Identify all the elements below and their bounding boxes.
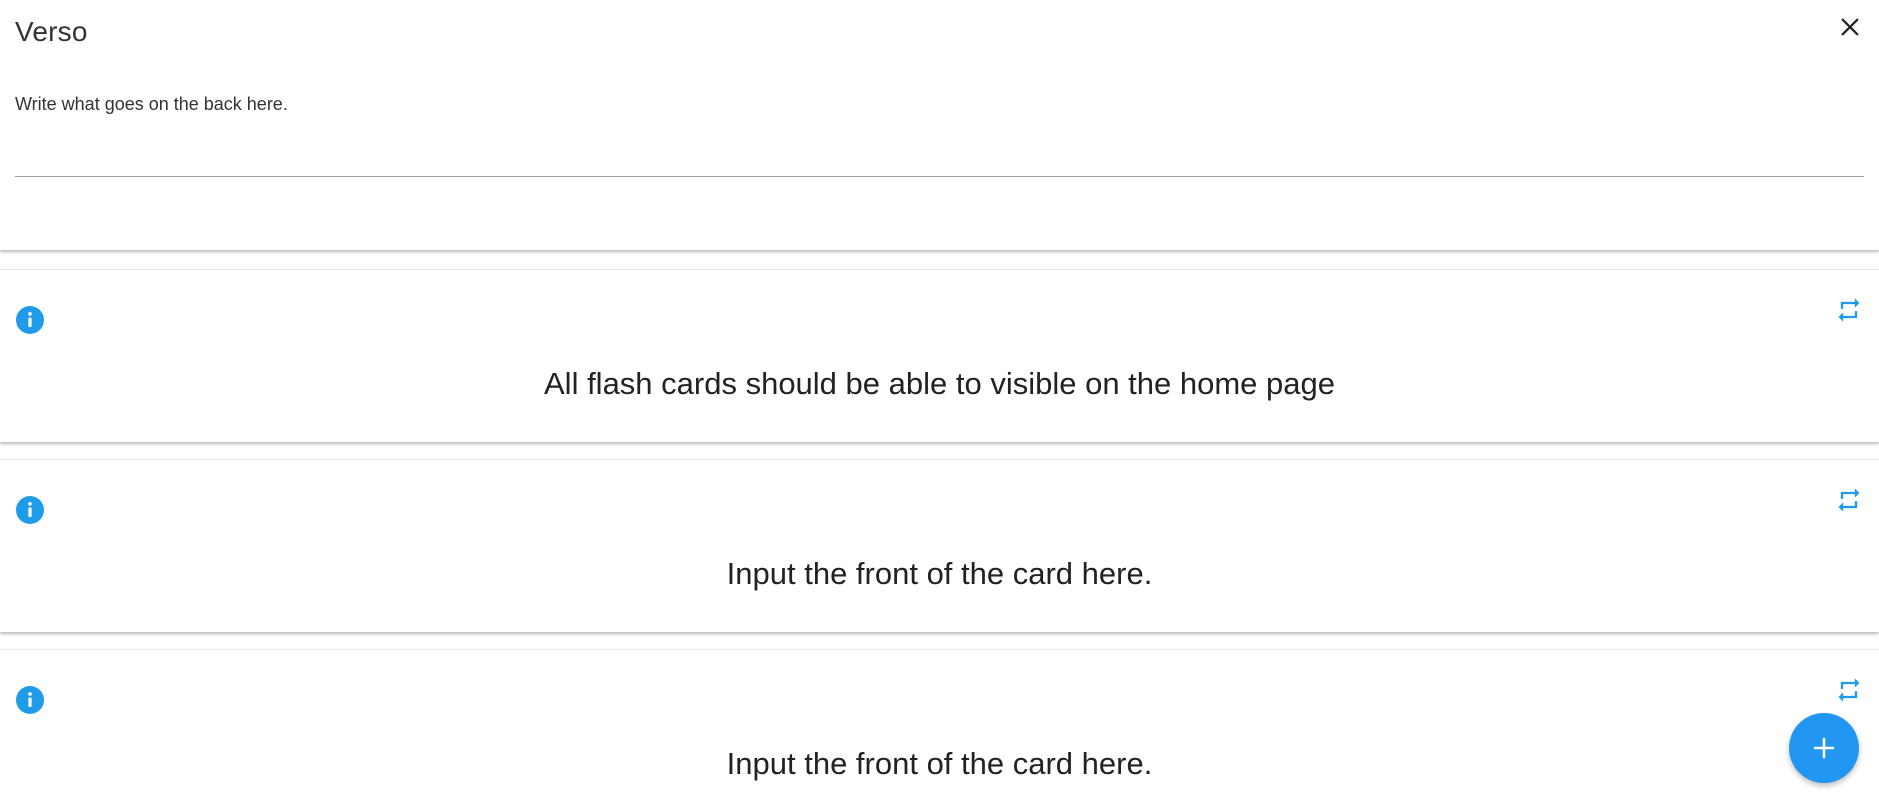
flash-card[interactable]: All flash cards should be able to visibl… xyxy=(0,269,1879,442)
back-helper-text: Write what goes on the back here. xyxy=(15,94,288,114)
back-text-input[interactable] xyxy=(15,124,1864,177)
flip-icon[interactable] xyxy=(1835,296,1863,324)
add-card-button[interactable] xyxy=(1789,713,1859,783)
plus-icon xyxy=(1813,737,1835,759)
info-icon[interactable] xyxy=(16,306,44,334)
flip-icon[interactable] xyxy=(1835,486,1863,514)
close-button[interactable] xyxy=(1835,12,1865,42)
flip-icon[interactable] xyxy=(1835,676,1863,704)
info-icon[interactable] xyxy=(16,496,44,524)
page: Verso Write what goes on the back here. … xyxy=(0,0,1879,807)
close-icon xyxy=(1841,18,1859,36)
flash-card[interactable]: Input the front of the card here. xyxy=(0,649,1879,807)
back-editor-card: Verso Write what goes on the back here. xyxy=(0,0,1879,250)
editor-title: Verso xyxy=(15,16,88,47)
info-icon[interactable] xyxy=(16,686,44,714)
card-front-text: Input the front of the card here. xyxy=(726,746,1153,781)
card-front-text: All flash cards should be able to visibl… xyxy=(544,366,1335,401)
card-front-text: Input the front of the card here. xyxy=(726,556,1153,591)
flash-card[interactable]: Input the front of the card here. xyxy=(0,459,1879,632)
